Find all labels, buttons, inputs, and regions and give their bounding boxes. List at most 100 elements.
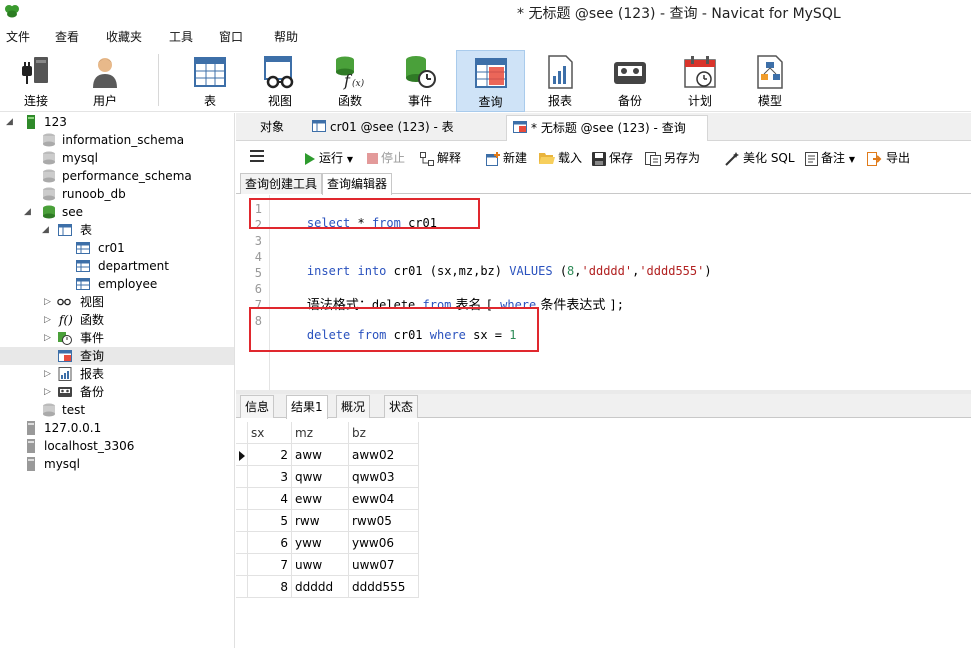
menu-favorites[interactable]: 收藏夹 (106, 28, 142, 45)
menu-window[interactable]: 窗口 (219, 28, 243, 45)
tree-folder-reports[interactable]: ▷ 报表 (0, 365, 234, 383)
row-selector[interactable] (236, 510, 248, 532)
table-button[interactable]: 表 (177, 50, 243, 112)
tree-db-mysql[interactable]: mysql (0, 149, 234, 167)
row-selector[interactable] (236, 554, 248, 576)
connect-button[interactable]: 连接 (3, 50, 69, 112)
table-cell[interactable]: 8 (248, 576, 292, 598)
menu-file[interactable]: 文件 (6, 28, 30, 45)
table-cell[interactable]: rww (292, 510, 349, 532)
function-button[interactable]: f (x) 函数 (317, 50, 383, 112)
table-cell[interactable]: yww (292, 532, 349, 554)
tree-folder-queries[interactable]: 查询 (0, 347, 234, 365)
table-cell[interactable]: dddd555 (349, 576, 419, 598)
tab-info[interactable]: 信息 (240, 395, 275, 418)
tab-cr01-table[interactable]: cr01 @see (123) - 表 (306, 115, 506, 141)
table-cell[interactable]: 6 (248, 532, 292, 554)
table-cell[interactable]: uww (292, 554, 349, 576)
column-header-bz[interactable]: bz (349, 422, 419, 444)
tree-folder-backups[interactable]: ▷ 备份 (0, 383, 234, 401)
user-button[interactable]: 用户 (72, 50, 138, 112)
tree-connection-mysql[interactable]: mysql (0, 455, 234, 473)
dropdown-arrow-icon[interactable]: ▼ (347, 155, 353, 164)
expanded-arrow-icon[interactable]: ◢ (42, 221, 49, 239)
backup-button[interactable]: 备份 (597, 50, 663, 112)
table-cell[interactable]: yww06 (349, 532, 419, 554)
collapsed-arrow-icon[interactable]: ▷ (44, 293, 51, 311)
tree-table-employee[interactable]: employee (0, 275, 234, 293)
table-cell[interactable]: 7 (248, 554, 292, 576)
table-cell[interactable]: rww05 (349, 510, 419, 532)
column-header-sx[interactable]: sx (248, 422, 292, 444)
view-button[interactable]: 视图 (247, 50, 313, 112)
run-button[interactable]: 运行 ▼ (304, 150, 353, 166)
export-button[interactable]: 导出 (867, 150, 910, 166)
row-selector[interactable] (236, 444, 248, 466)
tree-db-runoob-db[interactable]: runoob_db (0, 185, 234, 203)
table-cell[interactable]: aww (292, 444, 349, 466)
tree-table-cr01[interactable]: cr01 (0, 239, 234, 257)
tree-folder-tables[interactable]: ◢ 表 (0, 221, 234, 239)
collapsed-arrow-icon[interactable]: ▷ (44, 365, 51, 383)
report-button[interactable]: 报表 (527, 50, 593, 112)
row-selector[interactable] (236, 532, 248, 554)
new-query-button[interactable]: 新建 (486, 150, 527, 166)
table-cell[interactable]: aww02 (349, 444, 419, 466)
collapsed-arrow-icon[interactable]: ▷ (44, 311, 51, 329)
table-cell[interactable]: 2 (248, 444, 292, 466)
dropdown-arrow-icon[interactable]: ▼ (849, 155, 855, 164)
tab-query[interactable]: * 无标题 @see (123) - 查询 (506, 115, 708, 141)
tab-query-builder[interactable]: 查询创建工具 (240, 173, 323, 194)
table-cell[interactable]: 3 (248, 466, 292, 488)
tree-folder-events[interactable]: ▷ 事件 (0, 329, 234, 347)
note-button[interactable]: 备注 ▼ (805, 150, 855, 166)
beautify-sql-button[interactable]: 美化 SQL (724, 150, 795, 166)
menu-tools[interactable]: 工具 (169, 28, 193, 45)
tree-folder-functions[interactable]: ▷ f() 函数 (0, 311, 234, 329)
table-cell[interactable]: qww (292, 466, 349, 488)
stop-button[interactable]: 停止 (367, 150, 405, 166)
tree-db-see[interactable]: ◢ see (0, 203, 234, 221)
row-selector[interactable] (236, 488, 248, 510)
schedule-button[interactable]: 计划 (667, 50, 733, 112)
menu-view[interactable]: 查看 (55, 28, 79, 45)
tab-objects[interactable]: 对象 (254, 115, 314, 141)
row-selector[interactable] (236, 576, 248, 598)
table-cell[interactable]: qww03 (349, 466, 419, 488)
tab-result1[interactable]: 结果1 (286, 395, 328, 419)
tree-folder-views[interactable]: ▷ 视图 (0, 293, 234, 311)
table-cell[interactable]: 5 (248, 510, 292, 532)
row-selector[interactable] (236, 466, 248, 488)
tree-connection-127001[interactable]: 127.0.0.1 (0, 419, 234, 437)
save-button[interactable]: 保存 (592, 150, 633, 166)
tree-db-test[interactable]: test (0, 401, 234, 419)
menu-help[interactable]: 帮助 (274, 28, 298, 45)
save-as-button[interactable]: 另存为 (645, 150, 700, 166)
tab-overview[interactable]: 概况 (336, 395, 371, 418)
expanded-arrow-icon[interactable]: ◢ (6, 113, 13, 131)
collapsed-arrow-icon[interactable]: ▷ (44, 383, 51, 401)
load-button[interactable]: 载入 (539, 150, 582, 166)
result-grid[interactable]: sx mz bz 2 aww aww02 3 qww qww03 4 eww eww04 5 rww… (236, 422, 971, 648)
event-button[interactable]: 事件 (387, 50, 453, 112)
table-cell[interactable]: uww07 (349, 554, 419, 576)
expanded-arrow-icon[interactable]: ◢ (24, 203, 31, 221)
tree-table-department[interactable]: department (0, 257, 234, 275)
query-button[interactable]: 查询 (456, 50, 525, 112)
tree-db-information-schema[interactable]: information_schema (0, 131, 234, 149)
table-cell[interactable]: ddddd (292, 576, 349, 598)
hamburger-menu-button[interactable] (250, 150, 264, 166)
table-cell[interactable]: eww (292, 488, 349, 510)
tab-query-editor[interactable]: 查询编辑器 (322, 173, 393, 195)
sql-editor[interactable]: 12345678 select * from cr01 insert into … (236, 195, 971, 390)
collapsed-arrow-icon[interactable]: ▷ (44, 329, 51, 347)
tree-db-performance-schema[interactable]: performance_schema (0, 167, 234, 185)
table-cell[interactable]: 4 (248, 488, 292, 510)
tree-connection-123[interactable]: ◢ 123 (0, 113, 234, 131)
tab-status[interactable]: 状态 (384, 395, 419, 418)
explain-button[interactable]: 解释 (420, 150, 461, 166)
tree-connection-localhost[interactable]: localhost_3306 (0, 437, 234, 455)
column-header-mz[interactable]: mz (292, 422, 349, 444)
table-cell[interactable]: eww04 (349, 488, 419, 510)
model-button[interactable]: 模型 (737, 50, 803, 112)
